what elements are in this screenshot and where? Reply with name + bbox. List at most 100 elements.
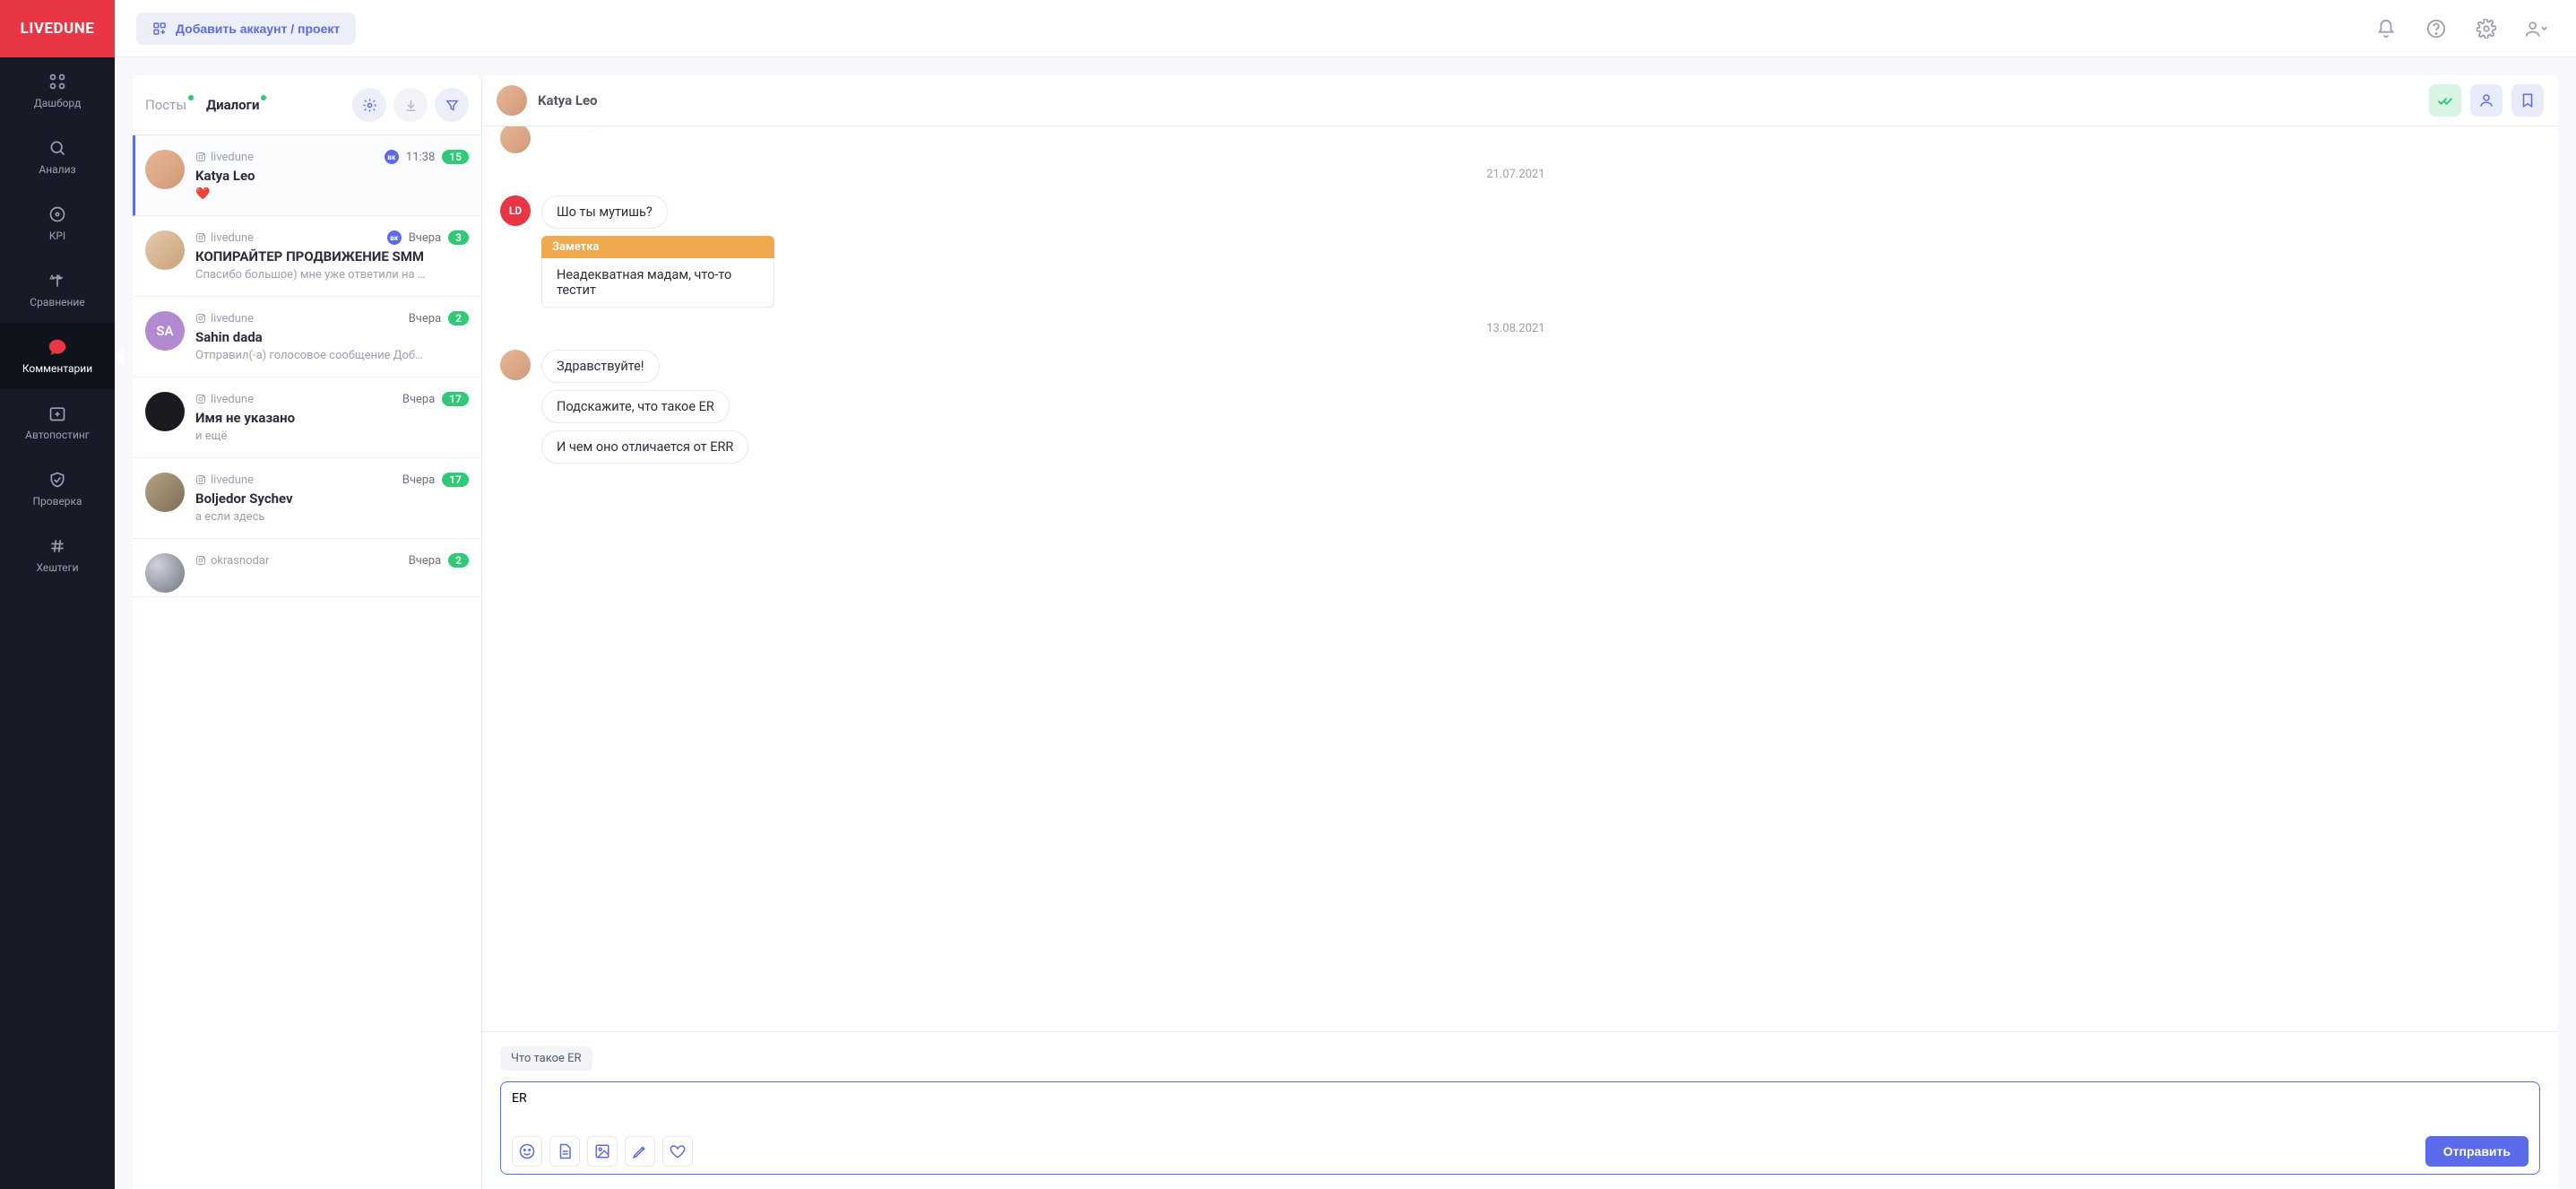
nav-kpi[interactable]: KPI <box>0 190 115 256</box>
bell-icon[interactable] <box>2368 11 2404 47</box>
settings-button[interactable] <box>352 88 386 122</box>
avatar <box>145 553 185 593</box>
assign-user-button[interactable] <box>2470 84 2503 117</box>
note: Заметка Неадекватная мадам, что-то тести… <box>541 236 774 308</box>
compose-box: ER <box>500 1081 2540 1175</box>
dialog-item[interactable]: okrasnodar Вчера 2 <box>133 539 481 597</box>
edit-button[interactable] <box>625 1136 655 1167</box>
date-separator: 13.08.2021 <box>500 322 2531 335</box>
tab-label: Диалоги <box>206 97 259 113</box>
unread-badge: 15 <box>442 150 469 164</box>
calendar-plus-icon <box>48 404 67 423</box>
dialog-time: Вчера <box>409 231 441 245</box>
heart-icon <box>670 1143 686 1159</box>
mark-done-button[interactable] <box>2429 84 2461 117</box>
filter-button[interactable] <box>435 88 469 122</box>
dialog-item[interactable]: SA livedune Вчера 2 Sah <box>133 297 481 378</box>
indicator-dot <box>188 95 194 100</box>
dialog-item[interactable]: livedune вк 11:38 15 Katya Leo ❤️ <box>133 135 481 216</box>
comment-icon <box>48 337 67 357</box>
nav-dashboard[interactable]: Дашборд <box>0 57 115 124</box>
template-button[interactable] <box>549 1136 580 1167</box>
nav-label: Автопостинг <box>25 429 90 441</box>
unread-badge: 17 <box>442 473 469 487</box>
dialog-name: Boljedor Sychev <box>195 490 469 507</box>
indicator-dot <box>261 95 266 100</box>
avatar <box>145 150 185 189</box>
avatar <box>145 230 185 270</box>
unread-badge: 3 <box>448 230 469 245</box>
instagram-icon <box>195 152 206 162</box>
emoji-icon <box>519 1143 535 1159</box>
tab-label: Посты <box>145 97 186 113</box>
nav-check[interactable]: Проверка <box>0 456 115 522</box>
dialog-preview: и ещё <box>195 430 469 443</box>
message-bubble: Шо ты мутишь? <box>541 195 668 229</box>
download-button[interactable] <box>393 88 428 122</box>
chat-panel: Katya Leo <box>482 75 2558 1189</box>
plus-grid-icon <box>152 22 167 36</box>
double-check-icon <box>2437 92 2453 108</box>
add-account-button[interactable]: Добавить аккаунт / проект <box>136 13 356 45</box>
nav-label: Хештеги <box>36 561 78 574</box>
channel-label: livedune <box>195 312 254 325</box>
dialog-time: Вчера <box>409 554 441 568</box>
user-icon <box>2478 92 2494 108</box>
dialogs-panel: Посты Диалоги <box>133 75 482 1189</box>
gear-icon[interactable] <box>2468 11 2504 47</box>
message-avatar <box>500 350 531 380</box>
avatar <box>145 392 185 431</box>
image-button[interactable] <box>587 1136 618 1167</box>
nav-hashtags[interactable]: Хештеги <box>0 522 115 588</box>
like-button[interactable] <box>662 1136 693 1167</box>
hashtag-icon <box>48 536 67 556</box>
nav-comments[interactable]: Комментарии <box>0 323 115 389</box>
topbar: Добавить аккаунт / проект <box>115 0 2576 57</box>
message-bubble: И чем оно отличается от ERR <box>541 430 748 464</box>
chat-body[interactable]: 21.07.2021 LD Шо ты мутишь? Заметка Неад… <box>482 126 2558 1031</box>
help-icon[interactable] <box>2418 11 2454 47</box>
nav-label: Комментарии <box>22 362 92 375</box>
dialog-name: Имя не указано <box>195 410 469 426</box>
send-button[interactable]: Отправить <box>2425 1136 2528 1167</box>
dashboard-icon <box>48 72 67 91</box>
instagram-icon <box>195 555 206 566</box>
tab-dialogs[interactable]: Диалоги <box>206 97 259 113</box>
shield-check-icon <box>48 470 67 490</box>
dialog-preview: Спасибо большое) мне уже ответили на … <box>195 268 469 282</box>
target-icon <box>48 204 67 224</box>
user-menu[interactable] <box>2519 11 2554 47</box>
operator-badge: вк <box>385 150 399 164</box>
channel-label: livedune <box>195 151 254 164</box>
channel-label: livedune <box>195 393 254 406</box>
chat-avatar <box>497 85 527 116</box>
dialog-item[interactable]: livedune вк Вчера 3 КОПИРАЙТЕР ПРОДВИЖЕН… <box>133 216 481 297</box>
nav-analysis[interactable]: Анализ <box>0 124 115 190</box>
quick-reply-chip[interactable]: Что такое ER <box>500 1046 592 1071</box>
instagram-icon <box>195 313 206 324</box>
dialog-item[interactable]: livedune Вчера 17 Имя не указано и ещё <box>133 378 481 458</box>
logo: LIVEDUNE <box>0 0 115 57</box>
nav-label: KPI <box>49 230 65 242</box>
avatar <box>145 473 185 512</box>
dialog-time: Вчера <box>402 473 435 487</box>
dialog-name: КОПИРАЙТЕР ПРОДВИЖЕНИЕ SMM <box>195 248 469 265</box>
dialog-list[interactable]: livedune вк 11:38 15 Katya Leo ❤️ <box>133 135 481 1189</box>
nav-compare[interactable]: Сравнение <box>0 256 115 323</box>
pencil-icon <box>632 1143 648 1159</box>
date-separator: 21.07.2021 <box>500 168 2531 181</box>
dialog-preview: ❤️ <box>195 187 469 201</box>
chat-header: Katya Leo <box>482 75 2558 126</box>
nav-autoposting[interactable]: Автопостинг <box>0 389 115 456</box>
message-avatar: LD <box>500 195 531 226</box>
dialog-time: 11:38 <box>406 151 435 164</box>
bookmark-button[interactable] <box>2511 84 2544 117</box>
dialog-preview: Отправил(-а) голосовое сообщение Доб… <box>195 349 469 362</box>
search-icon <box>48 138 67 158</box>
tab-posts[interactable]: Посты <box>145 97 186 113</box>
dialog-item[interactable]: livedune Вчера 17 Boljedor Sychev а если… <box>133 458 481 539</box>
dialog-preview: а если здесь <box>195 510 469 524</box>
message-input[interactable]: ER <box>512 1091 2528 1127</box>
channel-label: livedune <box>195 473 254 487</box>
emoji-button[interactable] <box>512 1136 542 1167</box>
